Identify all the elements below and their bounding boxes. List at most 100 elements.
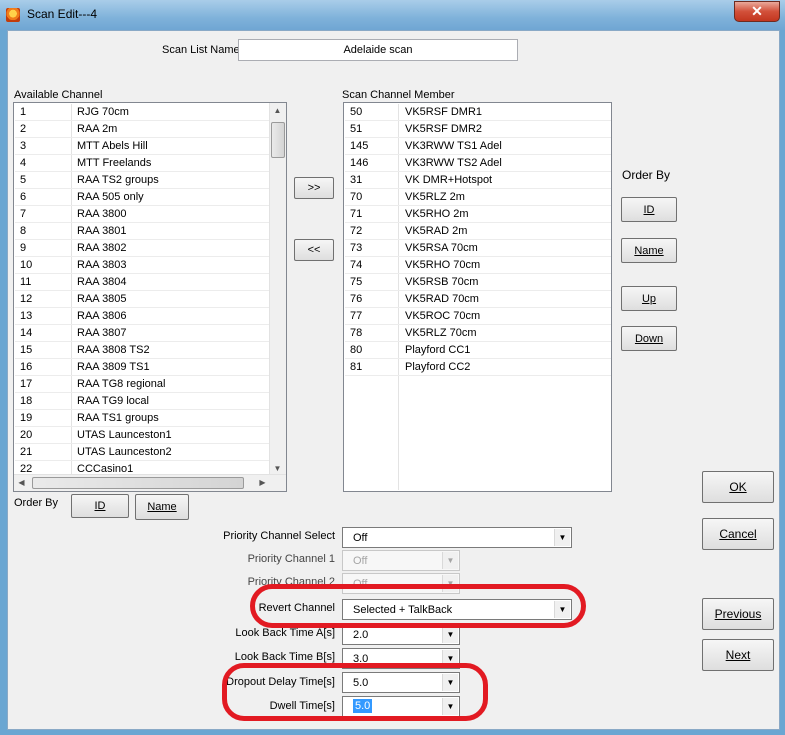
channel-name: Playford CC1 [405, 344, 471, 356]
available-row[interactable]: 8 RAA 3801 [15, 223, 270, 240]
channel-id: 72 [350, 225, 363, 237]
channel-id: 80 [350, 344, 363, 356]
previous-button[interactable]: Previous [702, 598, 774, 630]
scroll-up-icon[interactable]: ▲ [270, 103, 285, 118]
channel-id: 50 [350, 106, 363, 118]
channel-name: VK3RWW TS1 Adel [405, 140, 502, 152]
cancel-button[interactable]: Cancel [702, 518, 774, 550]
available-row[interactable]: 14 RAA 3807 [15, 325, 270, 342]
available-row[interactable]: 17 RAA TG8 regional [15, 376, 270, 393]
priority-channel-1-dropdown: Off ▼ [342, 550, 460, 571]
available-row[interactable]: 10 RAA 3803 [15, 257, 270, 274]
scan-channel-member-list[interactable]: 50 VK5RSF DMR1 51 VK5RSF DMR2 145 VK3RWW TS1 … [343, 102, 612, 492]
channel-name: VK5RLZ 70cm [405, 327, 477, 339]
channel-id: 3 [20, 140, 27, 152]
available-row[interactable]: 16 RAA 3809 TS1 [15, 359, 270, 376]
member-row[interactable]: 71 VK5RHO 2m [345, 206, 611, 223]
channel-name: Playford CC2 [405, 361, 471, 373]
member-order-name-button[interactable]: Name [621, 238, 677, 263]
available-row[interactable]: 15 RAA 3808 TS2 [15, 342, 270, 359]
channel-id: 5 [20, 174, 27, 186]
available-row[interactable]: 21 UTAS Launceston2 [15, 444, 270, 461]
member-row[interactable]: 78 VK5RLZ 70cm [345, 325, 611, 342]
close-button[interactable]: ✕ [734, 1, 780, 22]
channel-name: VK5RLZ 2m [405, 191, 465, 203]
chevron-down-icon[interactable]: ▼ [442, 626, 458, 643]
member-row[interactable]: 31 VK DMR+Hotspot [345, 172, 611, 189]
available-row[interactable]: 7 RAA 3800 [15, 206, 270, 223]
channel-id: 12 [20, 293, 33, 305]
available-row[interactable]: 19 RAA TS1 groups [15, 410, 270, 427]
available-vertical-scrollbar[interactable]: ▲ ▼ [269, 103, 286, 476]
window-title: Scan Edit---4 [27, 7, 98, 21]
member-row[interactable]: 50 VK5RSF DMR1 [345, 104, 611, 121]
member-row[interactable]: 81 Playford CC2 [345, 359, 611, 376]
channel-name: VK5RSB 70cm [405, 276, 479, 288]
channel-id: 31 [350, 174, 363, 186]
member-row[interactable]: 77 VK5ROC 70cm [345, 308, 611, 325]
scroll-thumb[interactable] [32, 477, 244, 489]
member-row[interactable]: 72 VK5RAD 2m [345, 223, 611, 240]
move-down-button[interactable]: Down [621, 326, 677, 351]
member-order-id-button[interactable]: ID [621, 197, 677, 222]
channel-name: RAA 3809 TS1 [77, 361, 150, 373]
channel-id: 8 [20, 225, 27, 237]
channel-name: VK5RSA 70cm [405, 242, 478, 254]
available-channel-label: Available Channel [14, 89, 103, 101]
look-back-time-a-label: Look Back Time A[s] [235, 627, 335, 639]
priority-channel-1-label: Priority Channel 1 [247, 553, 335, 565]
available-row[interactable]: 2 RAA 2m [15, 121, 270, 138]
row-divider [345, 375, 611, 376]
title-bar: Scan Edit---4 ✕ [0, 0, 785, 30]
available-order-id-button[interactable]: ID [71, 494, 129, 518]
scan-list-name-input[interactable]: Adelaide scan [238, 39, 518, 61]
available-channel-list[interactable]: 1 RJG 70cm 2 RAA 2m 3 MTT Abels Hill 4 MTT Free… [13, 102, 287, 492]
button-label: ID [94, 500, 106, 512]
member-row[interactable]: 76 VK5RAD 70cm [345, 291, 611, 308]
button-label: Next [725, 648, 751, 662]
available-order-name-button[interactable]: Name [135, 494, 189, 520]
scroll-right-icon[interactable]: ▶ [255, 475, 270, 490]
available-row[interactable]: 4 MTT Freelands [15, 155, 270, 172]
member-row[interactable]: 146 VK3RWW TS2 Adel [345, 155, 611, 172]
remove-from-scan-button[interactable]: << [294, 239, 334, 261]
member-row[interactable]: 80 Playford CC1 [345, 342, 611, 359]
channel-name: RAA 2m [77, 123, 118, 135]
available-row[interactable]: 5 RAA TS2 groups [15, 172, 270, 189]
member-row[interactable]: 74 VK5RHO 70cm [345, 257, 611, 274]
scroll-thumb[interactable] [271, 122, 285, 158]
channel-id: 51 [350, 123, 363, 135]
priority-channel-select-dropdown[interactable]: Off ▼ [342, 527, 572, 548]
available-horizontal-scrollbar[interactable]: ◀ ▶ [14, 474, 286, 491]
chevron-down-icon[interactable]: ▼ [554, 529, 570, 546]
available-row[interactable]: 9 RAA 3802 [15, 240, 270, 257]
available-row[interactable]: 20 UTAS Launceston1 [15, 427, 270, 444]
scroll-left-icon[interactable]: ◀ [14, 475, 29, 490]
button-label: Name [634, 244, 664, 257]
member-row[interactable]: 70 VK5RLZ 2m [345, 189, 611, 206]
member-row[interactable]: 73 VK5RSA 70cm [345, 240, 611, 257]
channel-id: 14 [20, 327, 33, 339]
member-order-by-label: Order By [622, 168, 671, 182]
ok-button[interactable]: OK [702, 471, 774, 503]
add-to-scan-button[interactable]: >> [294, 177, 334, 199]
channel-name: RAA 3802 [77, 242, 127, 254]
available-row[interactable]: 13 RAA 3806 [15, 308, 270, 325]
dropdown-value: 2.0 [353, 629, 369, 641]
member-row[interactable]: 75 VK5RSB 70cm [345, 274, 611, 291]
channel-id: 6 [20, 191, 27, 203]
available-row[interactable]: 3 MTT Abels Hill [15, 138, 270, 155]
available-row[interactable]: 1 RJG 70cm [15, 104, 270, 121]
move-up-button[interactable]: Up [621, 286, 677, 311]
available-row[interactable]: 12 RAA 3805 [15, 291, 270, 308]
member-row[interactable]: 51 VK5RSF DMR2 [345, 121, 611, 138]
channel-id: 77 [350, 310, 363, 322]
channel-name: VK5RHO 70cm [405, 259, 481, 271]
button-label: Cancel [719, 527, 757, 541]
available-row[interactable]: 6 RAA 505 only [15, 189, 270, 206]
available-row[interactable]: 18 RAA TG9 local [15, 393, 270, 410]
channel-name: UTAS Launceston2 [77, 446, 172, 458]
next-button[interactable]: Next [702, 639, 774, 671]
available-row[interactable]: 11 RAA 3804 [15, 274, 270, 291]
member-row[interactable]: 145 VK3RWW TS1 Adel [345, 138, 611, 155]
